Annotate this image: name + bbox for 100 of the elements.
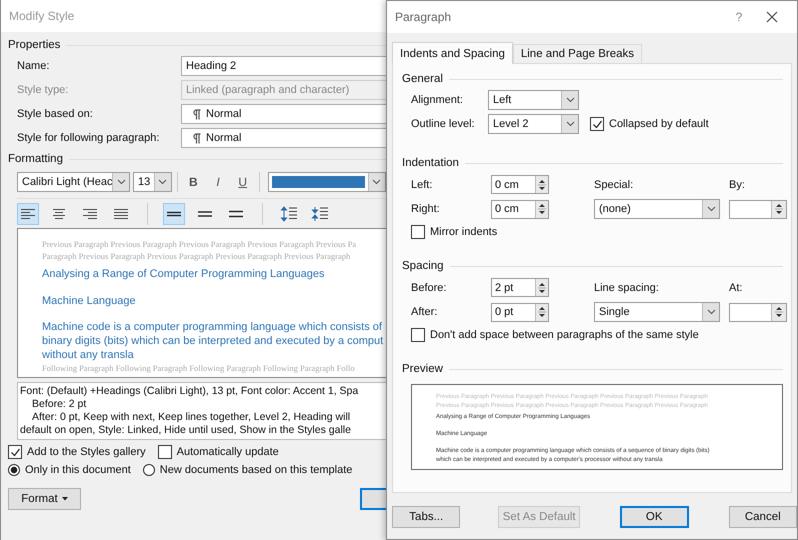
description-text: Font: (Default) +Headings (Calibri Light), 13 pt, Font color: Accent 1, Spa [20, 385, 360, 398]
chevron-icon [702, 200, 719, 218]
spinner-arrows-icon [535, 176, 548, 193]
align-center-icon [51, 208, 67, 220]
field-label: After: [411, 306, 438, 318]
style-dropdown[interactable]: Normal [181, 128, 386, 148]
special-dropdown[interactable]: (none) [594, 199, 720, 219]
section-heading: Spacing [402, 260, 444, 272]
field-label: Style based on: [17, 108, 94, 120]
font-dropdown[interactable]: Calibri Light (Heac [17, 172, 130, 192]
spinner-arrows-icon [535, 304, 548, 320]
radio-button[interactable] [8, 464, 20, 476]
preview-heading: Analysing a Range of Computer Programming Languages [42, 267, 326, 281]
tab[interactable]: Line and Page Breaks [512, 44, 642, 63]
section-heading: Formatting [8, 153, 63, 165]
checkbox[interactable] [590, 117, 604, 131]
paragraph-spacing-icon [280, 206, 298, 222]
tab[interactable]: Indents and Spacing [392, 42, 513, 64]
font-color-dropdown[interactable] [268, 172, 386, 192]
field-label: Outline level: [411, 118, 476, 130]
checkbox[interactable] [411, 225, 425, 239]
section-heading: Indentation [402, 157, 459, 169]
spin-field[interactable]: 0 cm [491, 175, 549, 194]
align-left-icon [20, 208, 36, 220]
preview-text: Paragraph Previous Paragraph Previous Paragraph Previous Paragraph Previous Paragraph [42, 250, 352, 262]
caret-icon [62, 497, 68, 501]
dialog-button[interactable]: OK [620, 506, 689, 528]
chevron-icon [561, 91, 578, 109]
chevron-icon [154, 173, 170, 191]
section-heading: Properties [8, 39, 60, 51]
line-spacing-dropdown[interactable]: Single [594, 302, 720, 322]
window-title: Paragraph [395, 10, 452, 24]
field-label: Right: [411, 203, 441, 215]
preview-text: binary digits (bits) which can be interpreted and executed by a comput [42, 334, 384, 348]
field-label: Alignment: [411, 94, 464, 106]
outline-level-dropdown[interactable]: Level 2 [488, 114, 579, 134]
help-button[interactable]: ? [724, 10, 754, 24]
spin-field[interactable]: 2 pt [491, 278, 549, 297]
underline-button[interactable]: U [232, 172, 254, 192]
radio-button[interactable] [142, 464, 155, 476]
description-text: Before: 2 pt [31, 398, 88, 411]
spinner-arrows-icon [771, 200, 786, 218]
format-button[interactable]: Format [8, 488, 81, 510]
chevron-icon [368, 173, 385, 191]
spinner-arrows-icon [535, 200, 548, 218]
dialog-button[interactable]: Tabs... [392, 506, 460, 528]
dialog-button[interactable]: Cancel [728, 506, 798, 528]
preview-text: Following Paragraph Following Paragraph Following Paragraph Following Paragraph Follo [42, 362, 356, 374]
bold-button[interactable]: B [182, 172, 204, 192]
pilcrow-icon [192, 132, 201, 144]
checkbox[interactable] [8, 445, 22, 459]
spinner-arrows-icon [535, 279, 548, 296]
ok-button[interactable] [360, 488, 386, 510]
chevron-icon [561, 115, 578, 133]
name-field[interactable]: Heading 2 [181, 56, 386, 76]
field-label: Name: [17, 60, 50, 72]
spin-field[interactable] [729, 302, 787, 322]
checkbox[interactable] [411, 328, 425, 342]
radio-label: New documents based on this template [160, 464, 352, 476]
section-heading: General [402, 73, 443, 85]
pilcrow-icon [192, 108, 201, 120]
chevron-icon [702, 303, 719, 321]
field-label: Before: [411, 282, 448, 294]
field-label: Line spacing: [594, 282, 660, 294]
chevron-icon [112, 173, 129, 191]
preview-text: Machine code is a computer programming language which consists of [42, 320, 383, 334]
section-heading: Preview [402, 363, 443, 375]
checkbox-label: Automatically update [176, 446, 279, 458]
font-size-dropdown[interactable]: 13 [133, 172, 172, 192]
field-label: By: [729, 178, 746, 190]
radio-label: Only in this document [25, 464, 131, 476]
window-title: Modify Style [9, 9, 74, 23]
preview-heading: Machine Language [42, 294, 137, 308]
close-icon[interactable] [766, 11, 778, 23]
preview-text: Previous Paragraph Previous Paragraph Previous Paragraph Previous Paragraph Previous Pa [42, 238, 358, 250]
field-label: Special: [594, 178, 634, 190]
spin-field[interactable]: 0 cm [491, 200, 549, 218]
field-label: Style type: [17, 84, 70, 96]
checkbox[interactable] [158, 445, 172, 459]
field-label: At: [729, 282, 744, 294]
checkbox-label: Mirror indents [430, 226, 498, 238]
line-spacing-icon [228, 208, 244, 220]
field-label: Style for following paragraph: [17, 132, 160, 144]
spin-field[interactable] [729, 200, 787, 218]
checkbox-label: Don't add space between paragraphs of the same style [430, 329, 699, 341]
alignment-dropdown[interactable]: Left [488, 90, 579, 110]
align-justify-icon [113, 208, 129, 220]
style-dropdown[interactable]: Normal [181, 104, 386, 124]
spin-field[interactable]: 0 pt [491, 302, 549, 322]
italic-button[interactable]: I [207, 172, 229, 192]
checkbox-label: Collapsed by default [609, 118, 709, 130]
checkbox-label: Add to the Styles gallery [27, 446, 146, 458]
field-label: Left: [411, 178, 434, 190]
spinner-arrows-icon [771, 304, 786, 320]
line-spacing-button[interactable] [163, 203, 185, 225]
description-text: default on open, Style: Linked, Hide until used, Show in the Styles galle [20, 424, 352, 437]
description-text: After: 0 pt, Keep with next, Keep lines together, Level 2, Heading will [31, 411, 352, 424]
preview-text: without any transla [42, 348, 135, 362]
align-left-button[interactable] [17, 203, 39, 225]
paragraph-spacing-icon [311, 206, 329, 222]
